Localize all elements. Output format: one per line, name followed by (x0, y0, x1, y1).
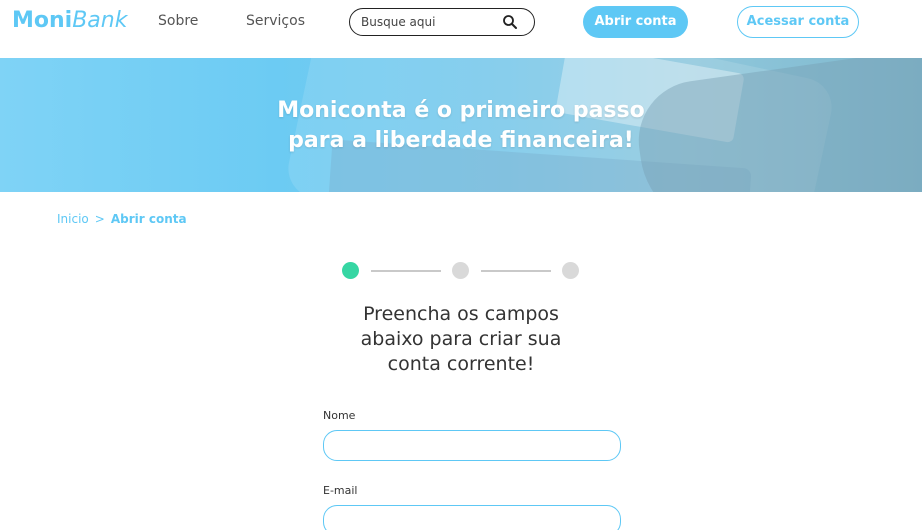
form-title: Preencha os campos abaixo para criar sua… (312, 302, 610, 377)
form-title-line3: conta corrente! (387, 353, 535, 375)
hero-title: Moniconta é o primeiro passo para a libe… (0, 96, 922, 156)
hero-banner: Moniconta é o primeiro passo para a libe… (0, 58, 922, 192)
step-2-indicator (452, 262, 469, 279)
monibank-logo[interactable]: MoniBank (12, 8, 127, 33)
search-input[interactable] (361, 13, 501, 31)
header: MoniBank Sobre Serviços Abrir conta Aces… (0, 0, 922, 58)
step-connector-1 (371, 270, 441, 272)
search-icon[interactable] (502, 14, 518, 30)
login-button[interactable]: Acessar conta (737, 6, 859, 38)
form-title-line2: abaixo para criar sua (360, 328, 562, 350)
logo-bold-text: Moni (12, 8, 73, 33)
name-field-label: Nome (323, 409, 356, 422)
step-1-indicator (342, 262, 359, 279)
step-3-indicator (562, 262, 579, 279)
breadcrumb-current: Abrir conta (110, 212, 187, 226)
nav-link-sobre[interactable]: Sobre (158, 13, 198, 29)
open-account-button[interactable]: Abrir conta (583, 6, 688, 38)
nav-link-servicos[interactable]: Serviços (246, 13, 305, 29)
breadcrumb-home-link[interactable]: Inicio (57, 212, 89, 226)
email-field[interactable] (323, 505, 621, 530)
hero-title-line1: Moniconta é o primeiro passo (277, 98, 645, 123)
name-field[interactable] (323, 430, 621, 461)
breadcrumb: Inicio > Abrir conta (57, 212, 187, 226)
logo-italic-text: Bank (72, 8, 128, 33)
step-connector-2 (481, 270, 551, 272)
hero-title-line2: para a liberdade financeira! (288, 128, 634, 153)
email-field-label: E-mail (323, 484, 358, 497)
search-box (349, 8, 535, 36)
breadcrumb-separator: > (94, 212, 105, 226)
form-title-line1: Preencha os campos (363, 303, 559, 325)
